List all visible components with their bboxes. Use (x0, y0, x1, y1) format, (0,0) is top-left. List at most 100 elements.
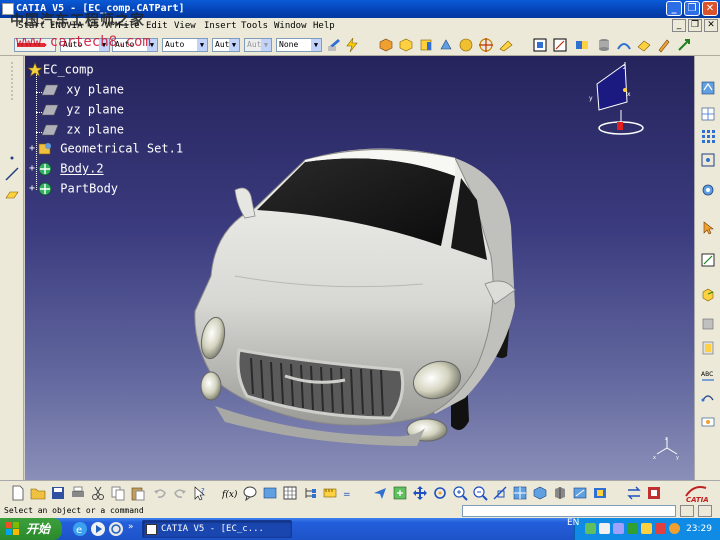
3dx-icon[interactable] (646, 485, 662, 501)
annotation-icon[interactable] (700, 414, 716, 430)
point-icon[interactable] (6, 152, 18, 164)
swap-icon[interactable] (626, 485, 642, 501)
command-cancel-button[interactable] (698, 505, 712, 517)
paint-icon[interactable] (326, 37, 342, 53)
select-cursor-icon[interactable] (700, 220, 716, 236)
tray-update-icon[interactable] (641, 523, 652, 534)
measure-icon[interactable] (322, 485, 338, 501)
doc-minimize-button[interactable]: _ (672, 19, 686, 32)
tree-item-xy-plane[interactable]: xy plane (41, 80, 124, 98)
open-icon[interactable] (30, 485, 46, 501)
zoom-out-icon[interactable] (472, 485, 488, 501)
fit-all-icon[interactable] (392, 485, 408, 501)
copy-icon[interactable] (110, 485, 126, 501)
formula-icon[interactable]: f(x) (222, 485, 238, 501)
sphere-icon[interactable] (458, 37, 474, 53)
rotate-icon[interactable] (432, 485, 448, 501)
surface-icon[interactable] (636, 37, 652, 53)
expand-plus-icon[interactable]: + (29, 180, 37, 198)
parts-icon[interactable] (574, 37, 590, 53)
tree-icon[interactable] (302, 485, 318, 501)
measure-icon[interactable] (552, 37, 568, 53)
multi-view-icon[interactable] (512, 485, 528, 501)
command-input[interactable] (462, 505, 676, 517)
line-icon[interactable] (4, 166, 20, 182)
menu-edit[interactable]: Edit (146, 18, 168, 34)
plane-tool-icon[interactable] (4, 186, 20, 202)
tree-root[interactable]: EC_comp (27, 60, 94, 78)
wireframe-icon[interactable] (438, 37, 454, 53)
snap-icon[interactable] (700, 152, 716, 168)
media-player-icon[interactable] (90, 521, 106, 537)
tray-app-icon[interactable] (585, 523, 596, 534)
3d-viewport[interactable]: EC_comp xy plane yz plane zx plane + Geo… (25, 56, 694, 480)
pencil-icon[interactable] (656, 37, 672, 53)
command-option-button[interactable] (680, 505, 694, 517)
knowledge-icon[interactable] (262, 485, 278, 501)
taskbar-item-catia[interactable]: CATIA V5 - [EC_c... (142, 520, 292, 538)
car-3d-model[interactable] (155, 136, 535, 446)
menu-window[interactable]: Window (274, 18, 307, 34)
sketch-tool-icon[interactable] (700, 252, 716, 268)
redo-icon[interactable] (172, 485, 188, 501)
messenger-icon[interactable] (108, 521, 124, 537)
swap-visible-icon[interactable] (592, 485, 608, 501)
cut-icon[interactable] (90, 485, 106, 501)
grid-icon[interactable] (282, 485, 298, 501)
tray-shield-icon[interactable] (669, 523, 680, 534)
start-button[interactable]: 开始 (0, 518, 62, 540)
menu-view[interactable]: View (174, 18, 196, 34)
undo-icon[interactable] (152, 485, 168, 501)
compass-widget[interactable]: z y x (585, 62, 649, 138)
layer-select[interactable]: None ▼ (276, 38, 322, 52)
shaft-icon[interactable] (700, 340, 716, 356)
new-icon[interactable] (10, 485, 26, 501)
internet-explorer-icon[interactable]: e (72, 521, 88, 537)
tree-item-partbody[interactable]: + PartBody (29, 179, 118, 197)
render-icon[interactable] (552, 485, 568, 501)
text-tool-icon[interactable]: ABC (700, 368, 716, 384)
maximize-button[interactable]: ❐ (684, 1, 700, 16)
clock[interactable]: 23:29 (686, 518, 712, 540)
pocket-icon[interactable] (700, 316, 716, 332)
sort-icon[interactable]: = (342, 485, 358, 501)
link-icon[interactable] (700, 390, 716, 406)
comment-icon[interactable] (242, 485, 258, 501)
menu-help[interactable]: Help (313, 18, 335, 34)
sketch-frame-icon[interactable] (532, 37, 548, 53)
curve-grid-icon[interactable] (700, 106, 716, 122)
tray-security-icon[interactable] (627, 523, 638, 534)
help-icon[interactable]: ? (192, 485, 208, 501)
tray-network-icon[interactable] (599, 523, 610, 534)
layer-auto-select[interactable]: Aut ▼ (212, 38, 240, 52)
doc-restore-button[interactable]: ❐ (688, 19, 702, 32)
cube-orange-icon[interactable] (378, 37, 394, 53)
arrow-green-icon[interactable] (676, 37, 692, 53)
pad-icon[interactable] (700, 286, 716, 302)
tree-item-body2[interactable]: + Body.2 (29, 159, 104, 177)
analysis-icon[interactable] (700, 80, 716, 96)
menu-insert[interactable]: Insert (204, 18, 237, 34)
language-indicator[interactable]: EN (567, 518, 579, 528)
fly-icon[interactable] (372, 485, 388, 501)
bolt-icon[interactable] (344, 37, 360, 53)
save-icon[interactable] (50, 485, 66, 501)
menu-tools[interactable]: Tools (241, 18, 268, 34)
transparency-select[interactable]: Auto ▼ (162, 38, 208, 52)
doc-close-button[interactable]: ✕ (704, 19, 718, 32)
print-icon[interactable] (70, 485, 86, 501)
expand-plus-icon[interactable]: + (29, 160, 37, 178)
hide-icon[interactable] (572, 485, 588, 501)
iso-view-icon[interactable] (532, 485, 548, 501)
sweep-icon[interactable] (616, 37, 632, 53)
tree-item-yz-plane[interactable]: yz plane (41, 100, 124, 118)
settings-icon[interactable] (700, 182, 716, 198)
pan-icon[interactable] (412, 485, 428, 501)
minimize-button[interactable]: _ (666, 1, 682, 16)
zoom-in-icon[interactable] (452, 485, 468, 501)
expand-plus-icon[interactable]: + (29, 140, 37, 158)
cylinder-icon[interactable] (418, 37, 434, 53)
tree-item-zx-plane[interactable]: zx plane (41, 120, 124, 138)
sketch-icon[interactable] (498, 37, 514, 53)
tray-volume-icon[interactable] (613, 523, 624, 534)
